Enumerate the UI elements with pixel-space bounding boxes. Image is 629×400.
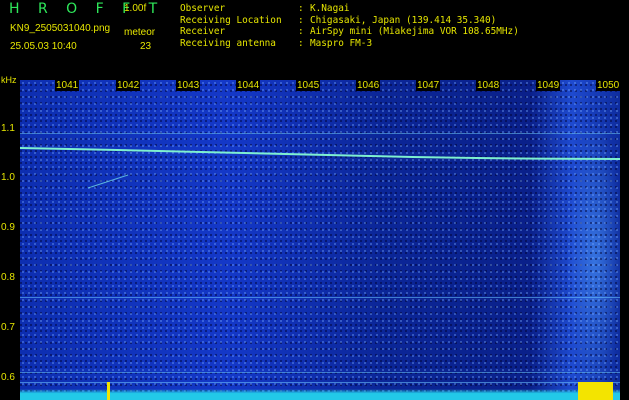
metadata-block: Observer: K.Nagai Receiving Location: Chig…	[180, 3, 519, 49]
x-tick-label: 1046	[356, 80, 381, 91]
y-tick-label: 0.7	[1, 322, 15, 333]
y-tick-label: 0.9	[1, 222, 15, 233]
x-tick-label: 1045	[296, 80, 321, 91]
y-tick-label: 0.8	[1, 272, 15, 283]
meteor-echo-trace	[87, 174, 129, 189]
filename-label: KN9_2505031040.png	[10, 23, 111, 34]
y-tick-label: 1.1	[1, 123, 15, 134]
x-tick-label: 1048	[476, 80, 501, 91]
y-tick-label: 1.0	[1, 172, 15, 183]
metadata-row-observer: Observer: K.Nagai	[180, 3, 350, 14]
x-tick-label: 1050	[596, 80, 621, 91]
datetime-label: 25.05.03 10:40	[10, 41, 77, 52]
y-axis-unit: kHz	[1, 75, 17, 85]
x-tick-label: 1044	[236, 80, 261, 91]
noise-floor	[20, 389, 620, 400]
floor-peak	[578, 382, 613, 400]
signal-overlay	[20, 147, 620, 189]
metadata-row-antenna: Receiving antenna: Maspro FM-3	[180, 37, 373, 49]
header-panel: H R O F F T 1.00f KN9_2505031040.png met…	[0, 0, 629, 80]
vor-carrier-trace	[20, 147, 620, 160]
metadata-row-location: Receiving Location: Chigasaki, Japan (139…	[180, 14, 497, 26]
metadata-row-receiver: Receiver: AirSpy mini (Miakejima VOR 108.…	[180, 26, 519, 38]
x-tick-label: 1043	[176, 80, 201, 91]
meteor-label: meteor	[124, 27, 156, 38]
x-tick-label: 1049	[536, 80, 561, 91]
x-tick-label: 1041	[55, 80, 80, 91]
meteor-count: 23	[140, 41, 152, 52]
version-label: 1.00f	[124, 3, 147, 14]
y-tick-label: 0.6	[1, 372, 15, 383]
x-tick-label: 1042	[116, 80, 141, 91]
x-tick-label: 1047	[416, 80, 441, 91]
floor-peak	[107, 382, 110, 400]
